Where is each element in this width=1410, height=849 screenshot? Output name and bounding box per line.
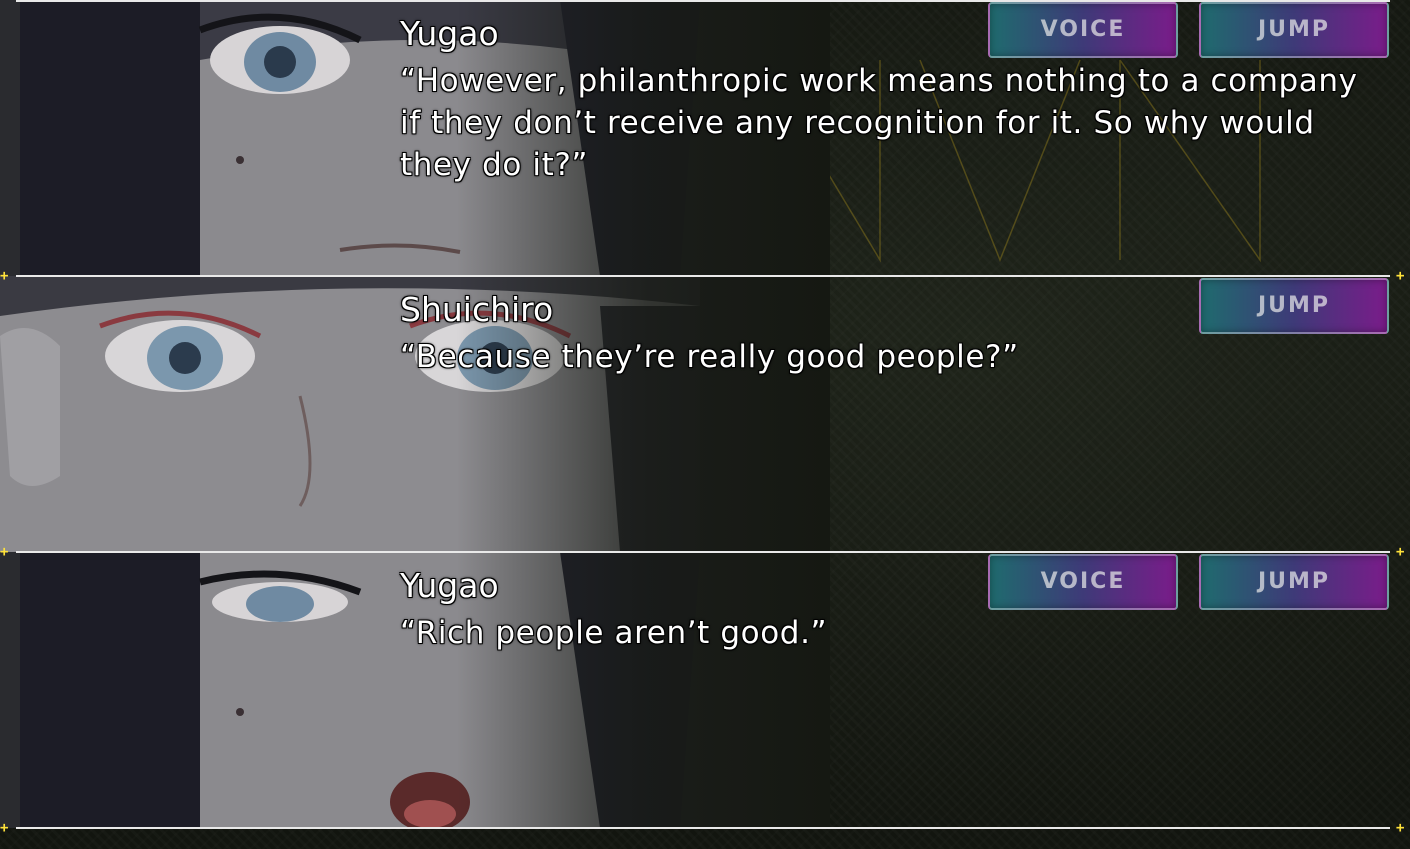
voice-button[interactable]: VOICE: [988, 554, 1178, 610]
history-entry: Yugao “Rich people aren’t good.” VOICE J…: [0, 552, 1410, 828]
voice-button[interactable]: VOICE: [988, 2, 1178, 58]
plus-marker-icon: +: [1396, 268, 1405, 284]
entry-divider: [16, 827, 1390, 829]
dialogue-text: “Because they’re really good people?”: [400, 339, 1019, 375]
plus-marker-icon: +: [1396, 820, 1405, 836]
speaker-name: Yugao: [400, 14, 499, 53]
jump-button[interactable]: JUMP: [1199, 2, 1389, 58]
jump-button[interactable]: JUMP: [1199, 278, 1389, 334]
jump-button[interactable]: JUMP: [1199, 554, 1389, 610]
entry-divider: [16, 0, 1390, 2]
plus-marker-icon: +: [0, 820, 9, 836]
plus-marker-icon: +: [0, 268, 9, 284]
dialogue-text: “However, philanthropic work means nothi…: [400, 63, 1358, 183]
history-entry: Shuichiro “Because they’re really good p…: [0, 276, 1410, 552]
plus-marker-icon: +: [0, 544, 9, 560]
entry-divider: [16, 551, 1390, 553]
speaker-name: Shuichiro: [400, 290, 554, 329]
history-entry: Yugao “However, philanthropic work means…: [0, 0, 1410, 276]
plus-marker-icon: +: [1396, 544, 1405, 560]
speaker-name: Yugao: [400, 566, 499, 605]
dialogue-text: “Rich people aren’t good.”: [400, 615, 828, 651]
entry-divider: [16, 275, 1390, 277]
